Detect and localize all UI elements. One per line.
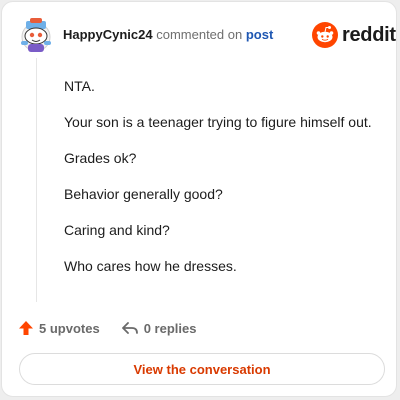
username-link[interactable]: HappyCynic24 bbox=[63, 27, 153, 42]
reddit-logo[interactable]: reddit bbox=[312, 22, 396, 48]
view-conversation-button[interactable]: View the conversation bbox=[19, 353, 385, 385]
post-link[interactable]: post bbox=[246, 27, 273, 42]
comment-paragraph: Who cares how he dresses. bbox=[64, 258, 237, 274]
upvote-arrow-icon bbox=[19, 321, 33, 335]
comment-actions: 5 upvotes 0 replies bbox=[18, 318, 196, 338]
reddit-wordmark: reddit bbox=[342, 23, 396, 46]
thread-line bbox=[36, 58, 37, 302]
comment-paragraph: Your son is a teenager trying to figure … bbox=[64, 114, 372, 130]
comment-paragraph: Caring and kind? bbox=[64, 222, 170, 238]
avatar[interactable] bbox=[17, 16, 55, 54]
replies-count: 0 replies bbox=[143, 320, 197, 336]
comment-header: HappyCynic24 commented on post bbox=[63, 27, 273, 43]
replies-button[interactable]: 0 replies bbox=[121, 320, 197, 336]
reddit-snoo-icon bbox=[312, 22, 338, 48]
commented-on-text: commented on bbox=[156, 27, 243, 42]
comment-paragraph: NTA. bbox=[64, 78, 95, 94]
reply-arrow-icon bbox=[121, 322, 138, 334]
comment-body: NTA. Your son is a teenager trying to fi… bbox=[64, 78, 394, 294]
upvotes-count: 5 upvotes bbox=[39, 320, 100, 336]
comment-card: HappyCynic24 commented on post reddit NT… bbox=[1, 1, 397, 397]
comment-paragraph: Grades ok? bbox=[64, 150, 137, 166]
upvote-button[interactable]: 5 upvotes bbox=[18, 320, 100, 336]
comment-paragraph: Behavior generally good? bbox=[64, 186, 223, 202]
snoo-avatar-icon bbox=[21, 18, 51, 52]
